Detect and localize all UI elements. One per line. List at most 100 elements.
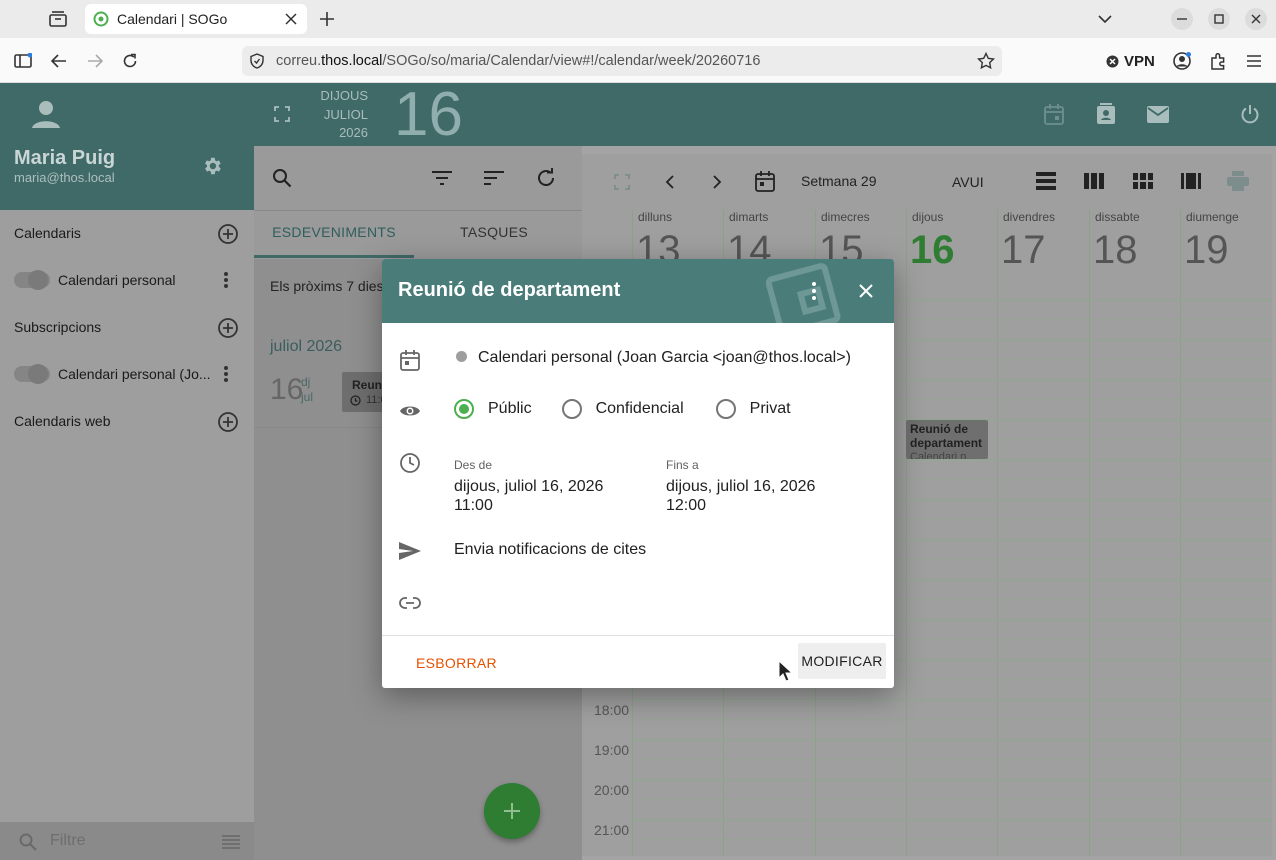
hour-row-line xyxy=(632,699,1272,700)
hour-row-line xyxy=(632,739,1272,740)
contacts-app-icon[interactable] xyxy=(1094,102,1118,126)
from-date: dijous, juliol 16, 2026 xyxy=(454,478,604,495)
header-month: JULIOL xyxy=(323,106,368,122)
back-icon[interactable] xyxy=(48,50,70,72)
minimize-icon[interactable] xyxy=(1171,8,1193,30)
user-email: maria@thos.local xyxy=(14,170,115,185)
event-dialog: Reunió de departament Calendari personal… xyxy=(382,259,894,688)
current-date-label: DIJOUS JULIOL 2026 xyxy=(314,87,368,143)
event-dialog-title: Reunió de departament xyxy=(398,279,621,301)
privacy-private-label: Privat xyxy=(749,400,791,417)
date-picker-icon[interactable] xyxy=(754,170,776,192)
privacy-radio-group: Públic Confidencial Privat xyxy=(454,399,817,419)
hour-row-line xyxy=(632,779,1272,780)
chevron-down-icon[interactable] xyxy=(1094,8,1116,30)
maximize-icon[interactable] xyxy=(1208,8,1230,30)
edit-button[interactable]: MODIFICAR xyxy=(798,643,886,679)
list-item-month: jul xyxy=(301,390,314,404)
month-view-icon[interactable] xyxy=(1132,170,1154,192)
mail-app-icon[interactable] xyxy=(1146,102,1170,126)
print-icon[interactable] xyxy=(1227,170,1249,192)
tab-events-indicator xyxy=(254,255,414,258)
day-name-dimecres: dimecres xyxy=(821,210,870,224)
filter-input[interactable]: Filtre xyxy=(50,832,86,850)
week-event-calendar: Calendari p... xyxy=(910,451,976,459)
account-icon[interactable] xyxy=(1171,50,1193,72)
tab-title: Calendari | SOGo xyxy=(117,11,228,27)
day-number-diumenge[interactable]: 19 xyxy=(1184,228,1229,273)
day-number-dijous[interactable]: 16 xyxy=(910,228,955,273)
search-icon[interactable] xyxy=(270,166,294,190)
events-list-header xyxy=(254,146,582,259)
add-web-calendar-icon[interactable] xyxy=(216,410,240,434)
close-dialog-icon[interactable] xyxy=(854,279,878,303)
privacy-public-radio[interactable]: Públic xyxy=(454,399,532,419)
bookmark-star-icon[interactable] xyxy=(975,50,997,72)
filter-bar xyxy=(0,822,254,860)
url-path: /SOGo/so/maria/Calendar/view#!/calendar/… xyxy=(382,53,761,69)
sidebar-toggle-icon[interactable] xyxy=(12,50,34,72)
close-tab-icon[interactable] xyxy=(283,13,299,25)
subscription-label[interactable]: Calendari personal (Jo... xyxy=(58,366,211,382)
radio-unchecked xyxy=(715,399,736,419)
browser-tab[interactable]: Calendari | SOGo xyxy=(85,4,307,34)
day-name-dimarts: dimarts xyxy=(729,210,769,224)
calendar-personal-label[interactable]: Calendari personal xyxy=(58,272,176,288)
fullscreen-icon[interactable] xyxy=(272,104,292,124)
close-window-icon[interactable] xyxy=(1245,8,1267,30)
calendar-more-icon[interactable] xyxy=(218,270,234,290)
hour-row-line xyxy=(632,719,1272,720)
privacy-private-radio[interactable]: Privat xyxy=(715,399,791,419)
settings-gear-icon[interactable] xyxy=(200,154,224,178)
hour-row-line xyxy=(632,819,1272,820)
hour-label: 20:00 xyxy=(594,782,630,798)
site-info-icon[interactable] xyxy=(248,52,266,70)
new-tab-icon[interactable] xyxy=(316,8,338,30)
menu-icon[interactable] xyxy=(1243,50,1265,72)
tab-overview-icon[interactable] xyxy=(46,8,70,30)
filter-icon[interactable] xyxy=(430,166,454,190)
day-number-dissabte[interactable]: 18 xyxy=(1093,228,1138,273)
calendar-app-icon[interactable] xyxy=(1042,102,1066,126)
list-icon[interactable] xyxy=(220,832,242,852)
link-icon[interactable] xyxy=(398,591,422,615)
calendar-color-dot xyxy=(456,351,467,362)
mouse-cursor-icon xyxy=(778,660,792,682)
subscription-toggle[interactable] xyxy=(14,364,50,384)
logout-power-icon[interactable] xyxy=(1238,102,1262,126)
forward-icon[interactable] xyxy=(84,50,106,72)
today-button[interactable]: AVUI xyxy=(952,174,984,190)
calendar-personal-toggle[interactable] xyxy=(14,270,50,290)
event-dialog-header: Reunió de departament xyxy=(382,259,894,323)
url-bar[interactable]: correu. thos.local/SOGo/so/maria/Calendar… xyxy=(242,46,1002,76)
extensions-icon[interactable] xyxy=(1207,50,1229,72)
week-event-card[interactable]: Reunió de departament Calendari p... xyxy=(906,420,988,459)
add-calendar-icon[interactable] xyxy=(216,222,240,246)
hour-label: 19:00 xyxy=(594,742,630,758)
privacy-confidential-radio[interactable]: Confidencial xyxy=(561,399,684,419)
next-week-icon[interactable] xyxy=(707,172,727,192)
dialog-footer-divider xyxy=(382,635,894,636)
week-view-icon[interactable] xyxy=(1083,170,1105,192)
refresh-icon[interactable] xyxy=(534,166,558,190)
tab-tasks[interactable]: TASQUES xyxy=(414,224,574,240)
tab-events[interactable]: ESDEVENIMENTS xyxy=(254,224,414,240)
sogo-favicon-icon xyxy=(93,11,109,27)
reload-icon[interactable] xyxy=(119,50,141,72)
add-event-fab[interactable] xyxy=(484,783,540,839)
multi-column-view-icon[interactable] xyxy=(1180,170,1202,192)
sort-icon[interactable] xyxy=(482,166,506,190)
cal-fullscreen-icon[interactable] xyxy=(612,172,632,192)
to-label: Fins a xyxy=(666,458,699,472)
day-name-dissabte: dissabte xyxy=(1095,210,1140,224)
delete-button[interactable]: ESBORRAR xyxy=(416,655,497,671)
prev-week-icon[interactable] xyxy=(660,172,680,192)
filter-search-icon xyxy=(18,832,38,852)
more-options-icon[interactable] xyxy=(802,279,826,303)
header-weekday: DIJOUS xyxy=(320,88,368,103)
add-subscription-icon[interactable] xyxy=(216,316,240,340)
day-number-divendres[interactable]: 17 xyxy=(1001,228,1046,273)
vpn-button[interactable]: VPN xyxy=(1106,51,1155,71)
subscription-more-icon[interactable] xyxy=(218,364,234,384)
day-view-icon[interactable] xyxy=(1035,170,1057,192)
